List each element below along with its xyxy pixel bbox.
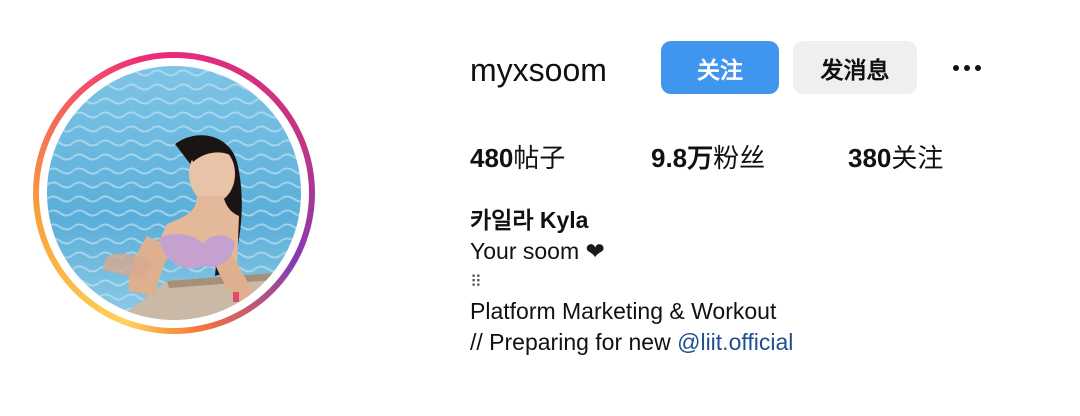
posts-count: 480 [470,143,514,173]
profile-page: myxsoom 关注 发消息 480帖子 9.8万粉丝 380关注 카일라 Ky… [0,0,1080,416]
bio-line-1: Your soom ❤ [470,236,793,267]
avatar[interactable] [47,66,301,320]
following-count: 380 [848,143,892,173]
bio-line-3: Platform Marketing & Workout [470,298,777,324]
avatar-border [39,58,309,328]
followers-stat[interactable]: 9.8万粉丝 [651,140,765,176]
more-dot [964,65,970,71]
story-ring[interactable] [33,52,315,334]
bio-line-4-text: // Preparing for new [470,329,678,355]
followers-count: 9.8万 [651,143,714,173]
bio-line-2: ⠿ [470,272,482,291]
bio-line-1-text: Your soom [470,238,586,264]
bio-line-4: // Preparing for new @liit.official [470,327,793,358]
follow-button[interactable]: 关注 [661,41,779,94]
mention-link[interactable]: @liit.official [677,329,793,355]
more-horizontal-icon[interactable] [945,52,989,84]
followers-label: 粉丝 [713,143,766,173]
more-dot [975,65,981,71]
posts-label: 帖子 [513,143,566,173]
more-dot [953,65,959,71]
display-name: 카일라 Kyla [470,207,589,233]
following-label: 关注 [891,143,944,173]
heart-icon: ❤ [585,238,605,264]
posts-stat: 480帖子 [470,140,565,176]
message-button[interactable]: 发消息 [793,41,917,94]
profile-bio: 카일라 Kyla Your soom ❤ ⠿ Platform Marketin… [470,205,793,358]
profile-username: myxsoom [470,52,607,88]
avatar-photo [47,66,301,320]
following-stat[interactable]: 380关注 [848,140,943,176]
